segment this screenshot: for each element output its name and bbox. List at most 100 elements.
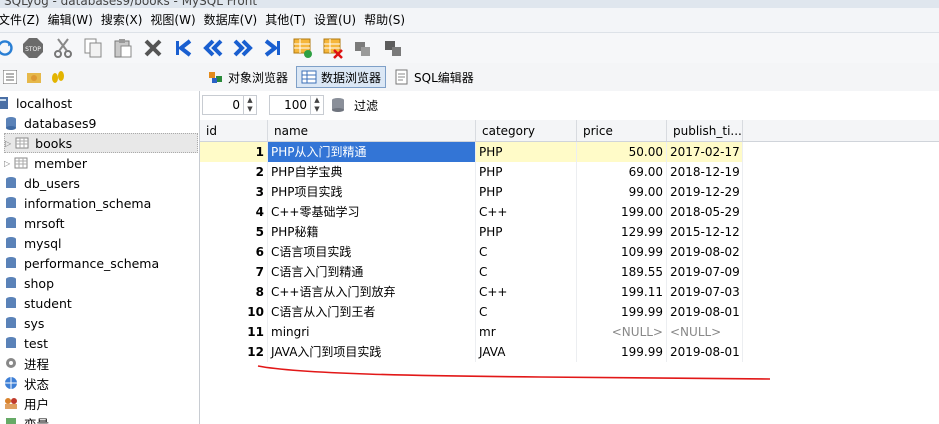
cell-category[interactable]: PHP	[476, 142, 577, 162]
cell-name[interactable]: PHP项目实践	[268, 182, 476, 202]
cell-category[interactable]: PHP	[476, 162, 577, 182]
cell-publish-time[interactable]: <NULL>	[667, 322, 743, 342]
cell-price[interactable]: 69.00	[577, 162, 667, 182]
first-record-button[interactable]	[168, 35, 198, 61]
tree-node-student[interactable]: student	[4, 293, 72, 313]
tab-sql-editor[interactable]: SQL编辑器	[390, 66, 478, 88]
cell-id[interactable]: 10	[200, 302, 268, 322]
table-row[interactable]: 10 C语言从入门到王者 C 199.99 2019-08-01	[200, 302, 939, 322]
cell-id[interactable]: 4	[200, 202, 268, 222]
cell-id[interactable]: 6	[200, 242, 268, 262]
column-header-id[interactable]: id	[200, 120, 268, 141]
table-row[interactable]: 2 PHP自学宝典 PHP 69.00 2018-12-19	[200, 162, 939, 182]
table-row[interactable]: 7 C语言入门到精通 C 189.55 2019-07-09	[200, 262, 939, 282]
cell-price[interactable]: 189.55	[577, 262, 667, 282]
cell-publish-time[interactable]: 2019-07-03	[667, 282, 743, 302]
table-row[interactable]: 5 PHP秘籍 PHP 129.99 2015-12-12	[200, 222, 939, 242]
column-header-category[interactable]: category	[476, 120, 577, 141]
tree-node-mysql[interactable]: mysql	[4, 233, 62, 253]
history-button[interactable]	[48, 67, 68, 87]
menu-settings[interactable]: 设置(U)	[314, 8, 364, 33]
cell-price[interactable]: 50.00	[577, 142, 667, 162]
cell-price[interactable]: 99.00	[577, 182, 667, 202]
cell-name[interactable]: C++语言从入门到放弃	[268, 282, 476, 302]
menu-view[interactable]: 视图(W)	[150, 8, 203, 33]
cell-name[interactable]: C语言从入门到王者	[268, 302, 476, 322]
favorites-button[interactable]	[24, 67, 44, 87]
filter-label[interactable]: 过滤	[354, 97, 378, 114]
tree-node-processes[interactable]: 进程	[4, 353, 49, 373]
previous-record-button[interactable]	[198, 35, 228, 61]
tree-node-status[interactable]: 状态	[4, 373, 49, 393]
cell-id[interactable]: 12	[200, 342, 268, 362]
cell-name[interactable]: PHP自学宝典	[268, 162, 476, 182]
tree-node-books[interactable]: ▷ books	[4, 133, 198, 153]
table-row[interactable]: 1 PHP从入门到精通 PHP 50.00 2017-02-17	[200, 142, 939, 162]
cell-name[interactable]: C语言项目实践	[268, 242, 476, 262]
insert-row-button[interactable]	[288, 35, 318, 61]
tree-node-information-schema[interactable]: information_schema	[4, 193, 151, 213]
table-row[interactable]: 8 C++语言从入门到放弃 C++ 199.11 2019-07-03	[200, 282, 939, 302]
tab-object-browser[interactable]: 对象浏览器	[204, 66, 292, 88]
cell-price[interactable]: 109.99	[577, 242, 667, 262]
cell-category[interactable]: C++	[476, 282, 577, 302]
cell-id[interactable]: 11	[200, 322, 268, 342]
limit-stepper[interactable]: 100 ▲ ▼	[269, 95, 324, 115]
menu-edit[interactable]: 编辑(W)	[48, 8, 101, 33]
menu-search[interactable]: 搜索(X)	[101, 8, 151, 33]
tab-data-browser[interactable]: 数据浏览器	[296, 66, 387, 88]
table-row[interactable]: 11 mingri mr <NULL> <NULL>	[200, 322, 939, 342]
cell-price[interactable]: 199.99	[577, 302, 667, 322]
menu-database[interactable]: 数据库(V)	[204, 8, 266, 33]
table-row[interactable]: 12 JAVA入门到项目实践 JAVA 199.99 2019-08-01	[200, 342, 939, 362]
column-header-price[interactable]: price	[577, 120, 667, 141]
cell-price[interactable]: 129.99	[577, 222, 667, 242]
chevron-down-icon[interactable]: ▼	[244, 105, 256, 114]
cell-category[interactable]: C	[476, 242, 577, 262]
cell-id[interactable]: 7	[200, 262, 268, 282]
cell-price[interactable]: 199.11	[577, 282, 667, 302]
menu-file[interactable]: 文件(Z)	[0, 8, 48, 33]
cell-id[interactable]: 1	[200, 142, 268, 162]
last-record-button[interactable]	[258, 35, 288, 61]
cell-category[interactable]: PHP	[476, 222, 577, 242]
cell-category[interactable]: mr	[476, 322, 577, 342]
cell-publish-time[interactable]: 2018-12-19	[667, 162, 743, 182]
cell-id[interactable]: 3	[200, 182, 268, 202]
chevron-down-icon[interactable]: ▼	[311, 105, 323, 114]
cell-category[interactable]: PHP	[476, 182, 577, 202]
tree-node-member[interactable]: ▷ member	[4, 153, 87, 173]
menu-help[interactable]: 帮助(S)	[364, 8, 413, 33]
cell-price[interactable]: 199.99	[577, 342, 667, 362]
tree-node-db-users[interactable]: db_users	[4, 173, 80, 193]
column-header-name[interactable]: name	[268, 120, 476, 141]
cell-publish-time[interactable]: 2018-05-29	[667, 202, 743, 222]
tree-node-shop[interactable]: shop	[4, 273, 54, 293]
tree-node-performance-schema[interactable]: performance_schema	[4, 253, 159, 273]
tree-node-variables[interactable]: 变量	[4, 413, 49, 424]
cell-category[interactable]: C	[476, 262, 577, 282]
cell-publish-time[interactable]: 2019-08-01	[667, 302, 743, 322]
cell-publish-time[interactable]: 2019-07-09	[667, 262, 743, 282]
cell-name[interactable]: PHP从入门到精通	[268, 142, 476, 162]
chevron-up-icon[interactable]: ▲	[244, 96, 256, 105]
copy-button[interactable]	[78, 35, 108, 61]
menu-other[interactable]: 其他(T)	[265, 8, 314, 33]
cell-publish-time[interactable]: 2019-08-01	[667, 342, 743, 362]
cell-id[interactable]: 5	[200, 222, 268, 242]
chevron-up-icon[interactable]: ▲	[311, 96, 323, 105]
cell-category[interactable]: C	[476, 302, 577, 322]
cell-category[interactable]: C++	[476, 202, 577, 222]
save-button[interactable]	[348, 35, 378, 61]
tree-node-test[interactable]: test	[4, 333, 48, 353]
paste-button[interactable]	[108, 35, 138, 61]
tree-node-localhost[interactable]: localhost	[0, 93, 72, 113]
cancel-button[interactable]	[378, 35, 408, 61]
refresh-button[interactable]	[0, 35, 18, 61]
tree-node-databases9[interactable]: databases9	[4, 113, 96, 133]
cell-id[interactable]: 2	[200, 162, 268, 182]
cell-price[interactable]: <NULL>	[577, 322, 667, 342]
cell-name[interactable]: PHP秘籍	[268, 222, 476, 242]
tree-node-sys[interactable]: sys	[4, 313, 44, 333]
tree-node-mrsoft[interactable]: mrsoft	[4, 213, 65, 233]
